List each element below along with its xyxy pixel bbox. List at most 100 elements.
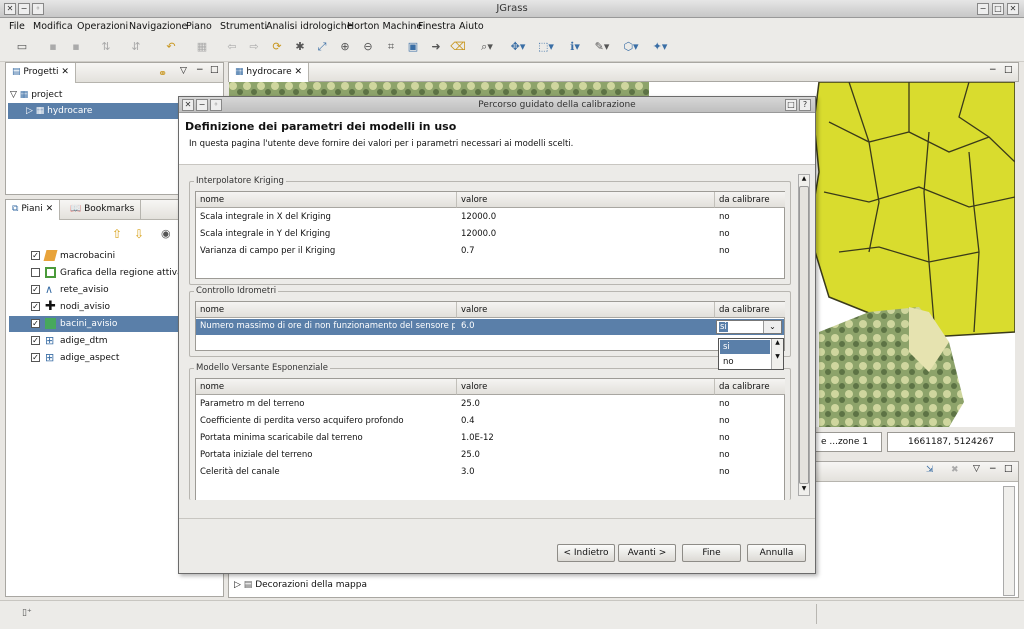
tab-projects[interactable]: ▤ Progetti ✕ [6, 63, 76, 83]
save-icon[interactable]: ▪ [45, 40, 61, 54]
scroll-up-icon[interactable]: ▲ [799, 175, 809, 185]
tab-bookmarks[interactable]: 📖 Bookmarks [64, 200, 142, 220]
scrollbar[interactable] [1003, 486, 1015, 596]
move-down-icon[interactable]: ⇩ [134, 227, 144, 241]
param-value[interactable]: 12000.0 [457, 209, 715, 226]
param-value[interactable]: 0.7 [457, 243, 715, 260]
next-icon[interactable]: ➜ [428, 40, 444, 54]
decorations-item[interactable]: ▷ ▤ Decorazioni della mappa [234, 580, 367, 590]
zoom-box-icon[interactable]: ⌗ [383, 40, 399, 54]
column-header[interactable]: valore [457, 192, 715, 208]
dialog-scrollbar[interactable]: ▲ ▼ [798, 174, 810, 496]
maximize-panel-icon[interactable]: □ [1004, 65, 1013, 75]
delete-icon[interactable]: ▦ [194, 40, 210, 54]
checkbox-icon[interactable]: ✓ [31, 285, 40, 294]
menu-navigazione[interactable]: Navigazione [129, 21, 187, 32]
dropdown-option[interactable]: si [720, 340, 770, 354]
finish-button[interactable]: Fine [682, 544, 741, 562]
crs-field[interactable]: e ...zone 1 [807, 432, 882, 452]
remove-icon[interactable]: ✖ [951, 465, 959, 475]
column-header[interactable]: nome [196, 192, 457, 208]
param-value[interactable]: 25.0 [457, 447, 715, 464]
param-value[interactable]: 6.0 [457, 318, 715, 335]
undo-icon[interactable]: ↶ [163, 40, 179, 54]
checkbox-icon[interactable]: ✓ [31, 319, 40, 328]
zoom-extent-icon[interactable]: ⤢ [314, 40, 330, 54]
param-calibrate[interactable]: no [715, 209, 785, 226]
search-icon[interactable]: ⌕▾ [479, 40, 495, 54]
param-calibrate[interactable]: no [715, 413, 785, 430]
param-value[interactable]: 1.0E-12 [457, 430, 715, 447]
dropdown-option[interactable]: no [720, 355, 770, 369]
menu-file[interactable]: File [9, 21, 25, 32]
param-calibrate[interactable]: no [715, 396, 785, 413]
column-header[interactable]: valore [457, 302, 715, 318]
tab-map[interactable]: ▦ hydrocare ✕ [229, 63, 310, 83]
monitor-icon[interactable]: ▣ [405, 40, 421, 54]
column-header[interactable]: da calibrare [715, 192, 785, 208]
menu-horton[interactable]: Horton Machine [347, 21, 422, 32]
minimize-icon[interactable]: − [196, 99, 208, 111]
next-button[interactable]: Avanti > [618, 544, 676, 562]
edit-icon[interactable]: ✎▾ [594, 40, 610, 54]
cancel-button[interactable]: Annulla [747, 544, 806, 562]
param-calibrate[interactable]: no [715, 464, 785, 481]
forward-icon[interactable]: ⇨ [246, 40, 262, 54]
param-value[interactable]: 12000.0 [457, 226, 715, 243]
menu-modifica[interactable]: Modifica [33, 21, 73, 32]
pan-icon[interactable]: ✥▾ [510, 40, 526, 54]
minimize-panel-icon[interactable]: − [989, 65, 997, 75]
maximize-window-icon[interactable]: □ [992, 3, 1004, 15]
view-menu-icon[interactable]: ▽ [180, 66, 187, 76]
export-icon[interactable]: ⇲ [926, 465, 934, 475]
zoom-out-icon[interactable]: ⊖ [360, 40, 376, 54]
close-window-icon[interactable]: ✕ [1007, 3, 1019, 15]
param-calibrate[interactable]: no [715, 430, 785, 447]
menu-piano[interactable]: Piano [186, 21, 212, 32]
menu-strumenti[interactable]: Strumenti [220, 21, 267, 32]
minimize-panel-icon[interactable]: − [196, 65, 204, 75]
back-icon[interactable]: ⇦ [224, 40, 240, 54]
param-value[interactable]: 3.0 [457, 464, 715, 481]
plugin-icon[interactable]: ✦▾ [652, 40, 668, 54]
menu-finestra[interactable]: Finestra [418, 21, 456, 32]
menu-aiuto[interactable]: Aiuto [459, 21, 484, 32]
param-calibrate[interactable]: no [715, 447, 785, 464]
menu-analisi[interactable]: Analisi idrologiche [266, 21, 353, 32]
status-icon[interactable]: ▯⁺ [22, 608, 32, 618]
param-value[interactable]: 0.4 [457, 413, 715, 430]
column-header[interactable]: nome [196, 379, 457, 395]
style-icon[interactable]: ◉ [161, 227, 171, 240]
dropdown-scrollbar[interactable]: ▲ ▼ [771, 339, 783, 369]
link-icon[interactable]: ⚭ [158, 67, 167, 80]
menu-icon[interactable]: ◦ [210, 99, 222, 111]
close-icon[interactable]: ✕ [182, 99, 194, 111]
column-header[interactable]: da calibrare [715, 302, 785, 318]
column-header[interactable]: da calibrare [715, 379, 785, 395]
move-up-icon[interactable]: ⇧ [112, 227, 122, 241]
calibrate-combo[interactable]: si ⌄ [716, 320, 782, 334]
checkbox-icon[interactable]: ✓ [31, 336, 40, 345]
help-icon[interactable]: ? [799, 99, 811, 111]
param-value[interactable]: 25.0 [457, 396, 715, 413]
select-icon[interactable]: ⬚▾ [538, 40, 554, 54]
minimize-panel-icon[interactable]: − [989, 464, 997, 474]
menu-operazioni[interactable]: Operazioni [77, 21, 128, 32]
checkbox-icon[interactable]: ✓ [31, 302, 40, 311]
checkbox-icon[interactable]: ✓ [31, 251, 40, 260]
scroll-thumb[interactable] [799, 186, 809, 484]
chevron-down-icon[interactable]: ⌄ [763, 321, 781, 333]
calibrate-dropdown[interactable]: si no ▲ ▼ [718, 338, 784, 370]
checkbox-icon[interactable] [31, 268, 40, 277]
minimize-window-icon[interactable]: − [977, 3, 989, 15]
rollback-icon[interactable]: ⇵ [128, 40, 144, 54]
save-all-icon[interactable]: ▪ [68, 40, 84, 54]
column-header[interactable]: nome [196, 302, 457, 318]
scroll-down-icon[interactable]: ▼ [799, 485, 809, 495]
zoom-in-icon[interactable]: ⊕ [337, 40, 353, 54]
checkbox-icon[interactable]: ✓ [31, 353, 40, 362]
geometry-icon[interactable]: ⬡▾ [623, 40, 639, 54]
back-button[interactable]: < Indietro [557, 544, 615, 562]
maximize-icon[interactable]: □ [785, 99, 797, 111]
refresh-icon[interactable]: ⟳ [269, 40, 285, 54]
